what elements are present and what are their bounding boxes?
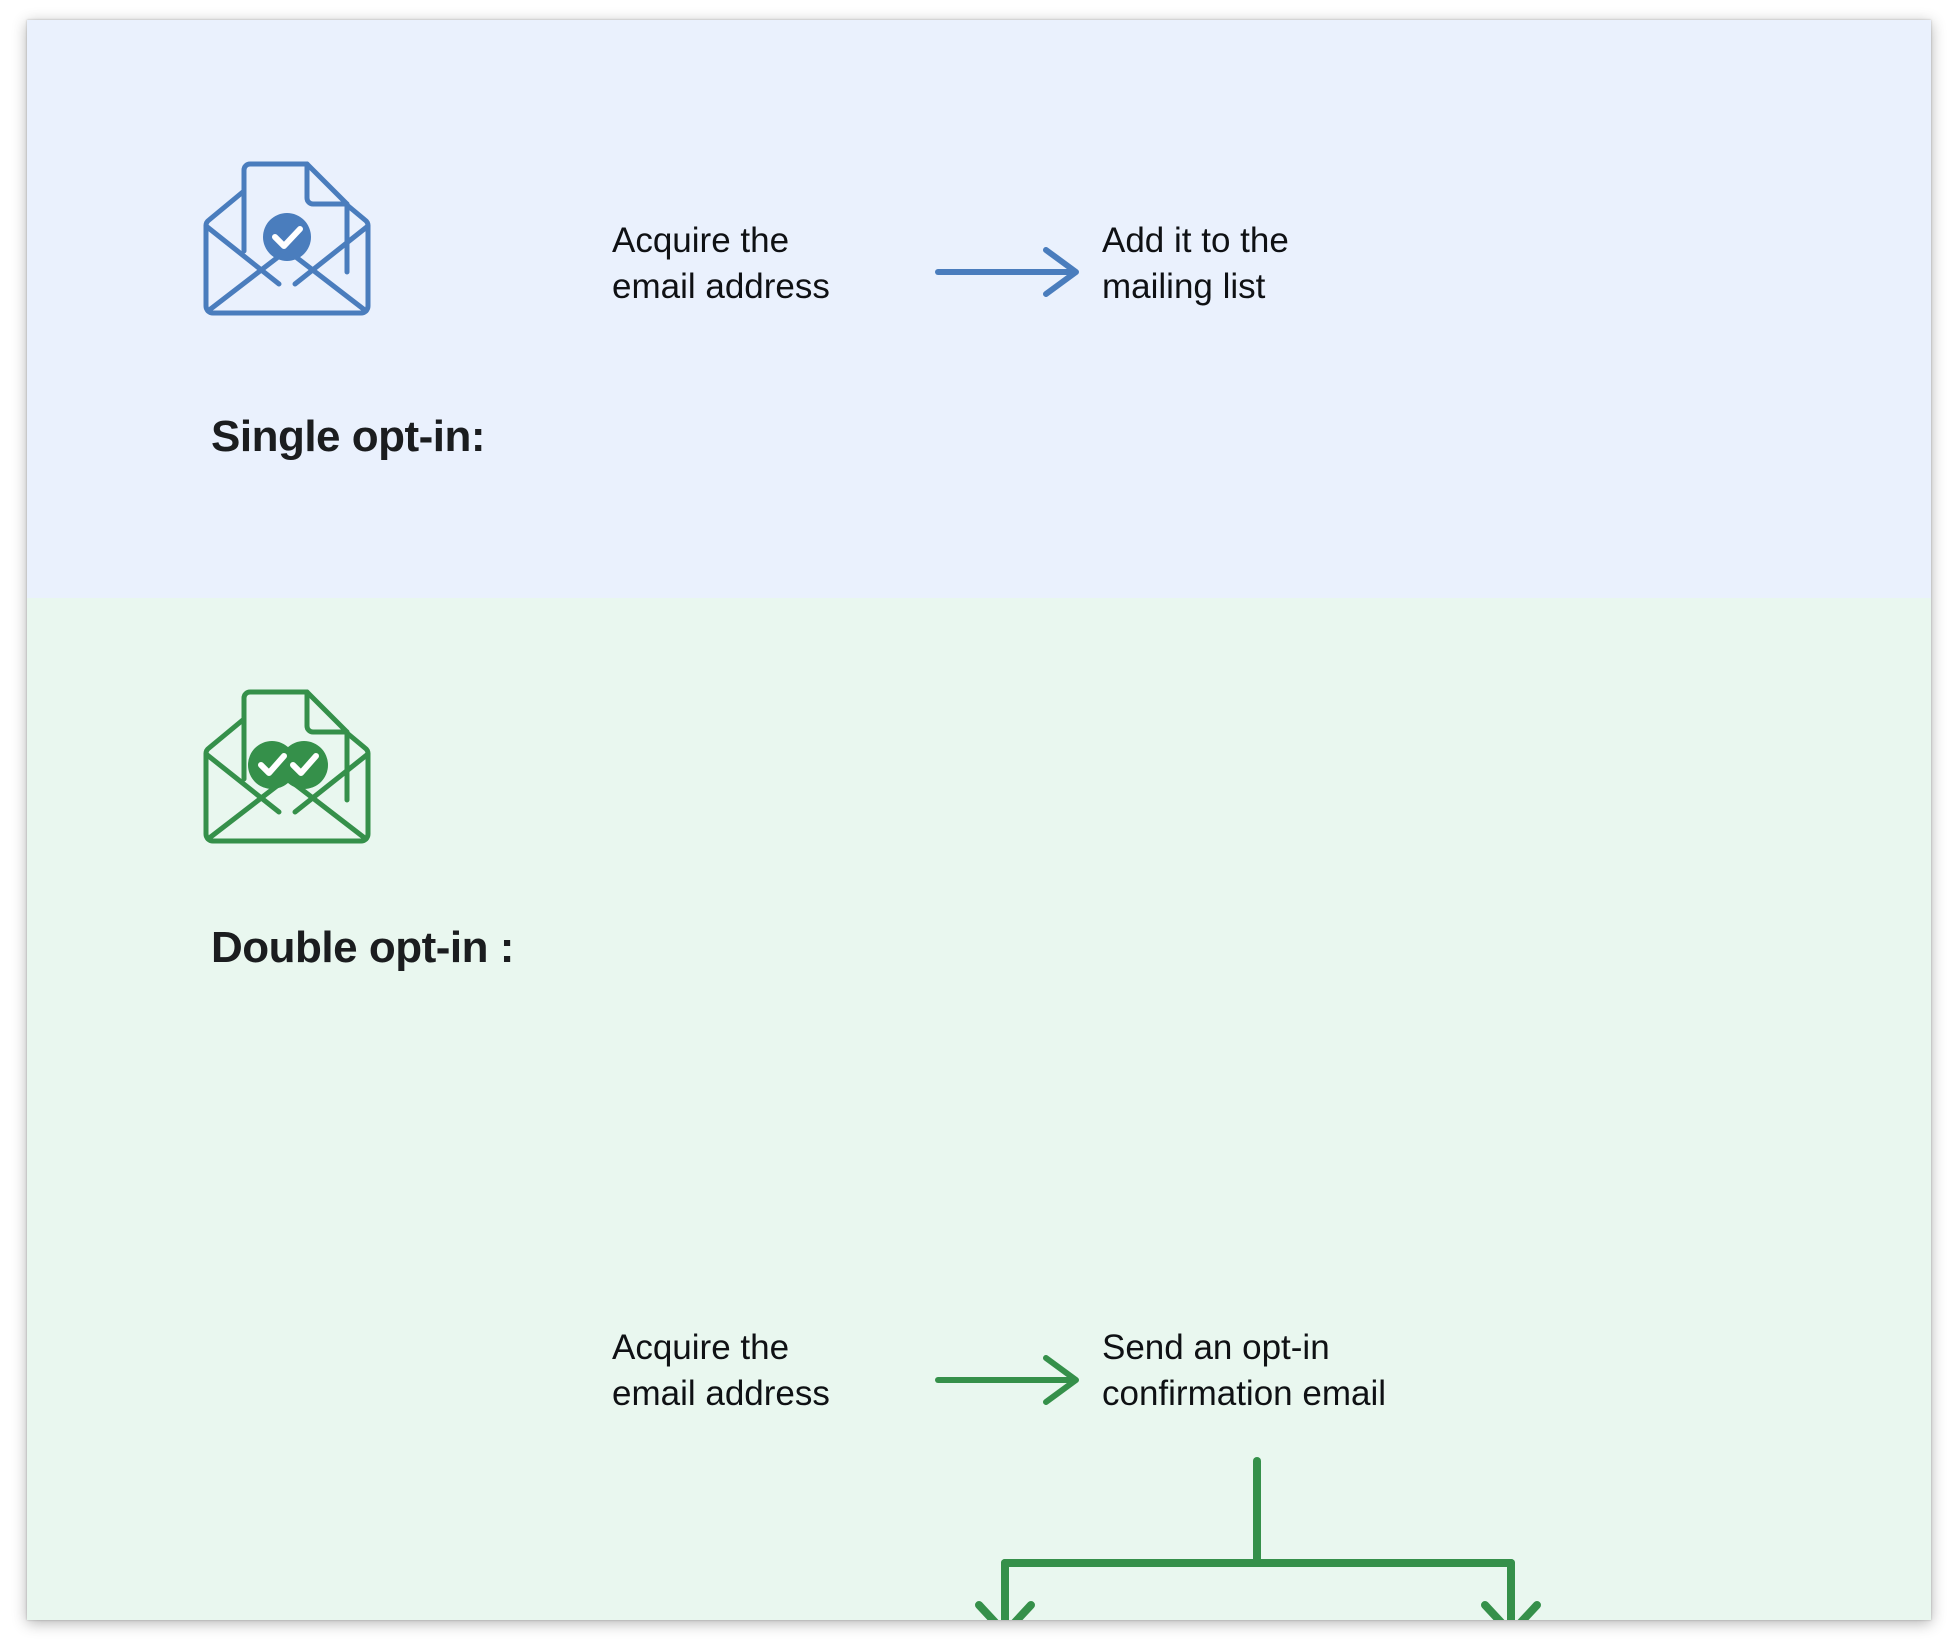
double-opt-in-panel: Double opt-in : Acquire the email addres… bbox=[27, 598, 1931, 1620]
right-arrow-blue-icon bbox=[932, 242, 1092, 302]
envelope-with-double-check-icon bbox=[187, 676, 387, 876]
single-opt-in-title: Single opt-in: bbox=[211, 412, 486, 461]
envelope-with-single-check-icon bbox=[187, 148, 387, 348]
double-step-acquire-email: Acquire the email address bbox=[612, 1328, 830, 1413]
single-step-acquire-email: Acquire the email address bbox=[612, 221, 830, 306]
right-arrow-green-icon bbox=[932, 1350, 1092, 1410]
branch-connector-icon bbox=[927, 1453, 1577, 1620]
double-opt-in-title: Double opt-in : bbox=[211, 923, 514, 972]
single-step-add-to-list: Add it to the mailing list bbox=[1102, 221, 1289, 306]
diagram-canvas: Single opt-in: Acquire the email address… bbox=[27, 20, 1931, 1620]
single-opt-in-panel: Single opt-in: Acquire the email address… bbox=[27, 20, 1931, 598]
double-step-send-confirmation: Send an opt-in confirmation email bbox=[1102, 1328, 1386, 1413]
